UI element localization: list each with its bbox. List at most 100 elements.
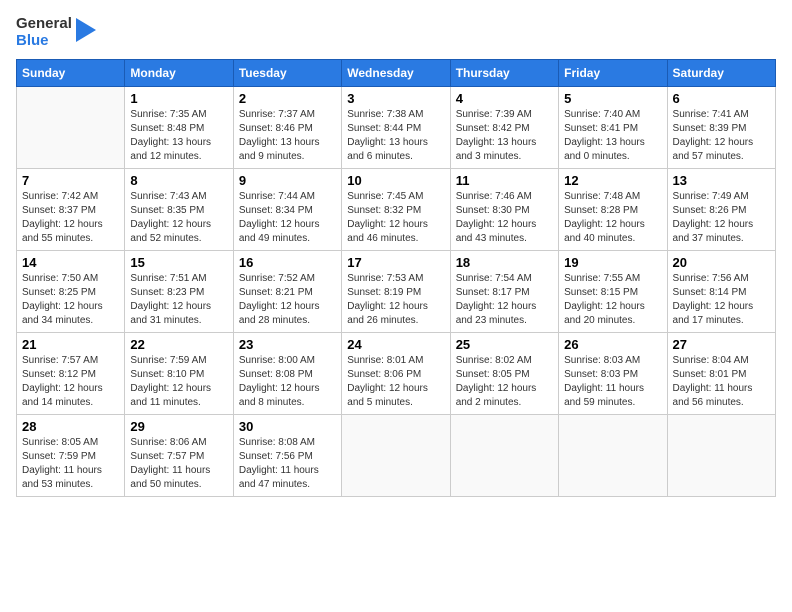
day-info: Sunrise: 7:42 AM Sunset: 8:37 PM Dayligh… (22, 190, 119, 246)
logo-blue: Blue (16, 33, 72, 50)
calendar-day-cell: 7 Sunrise: 7:42 AM Sunset: 8:37 PM Daylig… (17, 169, 125, 251)
calendar-day-cell: 9 Sunrise: 7:44 AM Sunset: 8:34 PM Daylig… (233, 169, 341, 251)
calendar-day-cell: 24 Sunrise: 8:01 AM Sunset: 8:06 PM Dayli… (342, 333, 450, 415)
day-info: Sunrise: 7:46 AM Sunset: 8:30 PM Dayligh… (456, 190, 553, 246)
calendar-day-cell: 1Sunrise: 7:35 AM Sunset: 8:48 PM Daylig… (125, 87, 233, 169)
day-number: 9 (239, 173, 336, 188)
logo: General Blue (16, 16, 96, 49)
day-number: 4 (456, 91, 553, 106)
calendar-day-cell: 11 Sunrise: 7:46 AM Sunset: 8:30 PM Dayli… (450, 169, 558, 251)
weekday-header-cell: Saturday (667, 60, 775, 87)
day-number: 22 (130, 337, 227, 352)
calendar-day-cell (17, 87, 125, 169)
weekday-header-cell: Sunday (17, 60, 125, 87)
page-header: General Blue (16, 16, 776, 49)
day-number: 6 (673, 91, 770, 106)
day-info: Sunrise: 7:50 AM Sunset: 8:25 PM Dayligh… (22, 272, 119, 328)
day-info: Sunrise: 7:37 AM Sunset: 8:46 PM Dayligh… (239, 108, 336, 164)
day-info: Sunrise: 7:48 AM Sunset: 8:28 PM Dayligh… (564, 190, 661, 246)
day-info: Sunrise: 7:40 AM Sunset: 8:41 PM Dayligh… (564, 108, 661, 164)
day-info: Sunrise: 7:39 AM Sunset: 8:42 PM Dayligh… (456, 108, 553, 164)
logo-triangle-icon (76, 18, 96, 48)
calendar-day-cell: 8 Sunrise: 7:43 AM Sunset: 8:35 PM Daylig… (125, 169, 233, 251)
calendar-day-cell: 2 Sunrise: 7:37 AM Sunset: 8:46 PM Daylig… (233, 87, 341, 169)
day-info: Sunrise: 8:01 AM Sunset: 8:06 PM Dayligh… (347, 354, 444, 410)
logo-general: General (16, 16, 72, 33)
calendar-day-cell: 10 Sunrise: 7:45 AM Sunset: 8:32 PM Dayli… (342, 169, 450, 251)
day-info: Sunrise: 8:03 AM Sunset: 8:03 PM Dayligh… (564, 354, 661, 410)
calendar-day-cell: 18Sunrise: 7:54 AM Sunset: 8:17 PM Dayli… (450, 251, 558, 333)
calendar-day-cell: 22 Sunrise: 7:59 AM Sunset: 8:10 PM Dayli… (125, 333, 233, 415)
calendar-day-cell: 6Sunrise: 7:41 AM Sunset: 8:39 PM Daylig… (667, 87, 775, 169)
calendar-day-cell: 20Sunrise: 7:56 AM Sunset: 8:14 PM Dayli… (667, 251, 775, 333)
day-number: 26 (564, 337, 661, 352)
day-number: 20 (673, 255, 770, 270)
calendar-day-cell: 25 Sunrise: 8:02 AM Sunset: 8:05 PM Dayli… (450, 333, 558, 415)
day-info: Sunrise: 7:44 AM Sunset: 8:34 PM Dayligh… (239, 190, 336, 246)
weekday-header-cell: Wednesday (342, 60, 450, 87)
day-number: 7 (22, 173, 119, 188)
day-number: 11 (456, 173, 553, 188)
day-number: 13 (673, 173, 770, 188)
calendar-week-row: 1Sunrise: 7:35 AM Sunset: 8:48 PM Daylig… (17, 87, 776, 169)
day-number: 21 (22, 337, 119, 352)
calendar-day-cell (667, 415, 775, 497)
day-number: 30 (239, 419, 336, 434)
day-info: Sunrise: 7:35 AM Sunset: 8:48 PM Dayligh… (130, 108, 227, 164)
calendar-day-cell: 14 Sunrise: 7:50 AM Sunset: 8:25 PM Dayli… (17, 251, 125, 333)
calendar-day-cell: 29Sunrise: 8:06 AM Sunset: 7:57 PM Dayli… (125, 415, 233, 497)
calendar-day-cell (342, 415, 450, 497)
day-info: Sunrise: 8:05 AM Sunset: 7:59 PM Dayligh… (22, 436, 119, 492)
day-info: Sunrise: 7:59 AM Sunset: 8:10 PM Dayligh… (130, 354, 227, 410)
weekday-header-cell: Friday (559, 60, 667, 87)
weekday-header-cell: Tuesday (233, 60, 341, 87)
day-info: Sunrise: 7:57 AM Sunset: 8:12 PM Dayligh… (22, 354, 119, 410)
day-info: Sunrise: 8:08 AM Sunset: 7:56 PM Dayligh… (239, 436, 336, 492)
day-info: Sunrise: 7:45 AM Sunset: 8:32 PM Dayligh… (347, 190, 444, 246)
calendar-day-cell: 21 Sunrise: 7:57 AM Sunset: 8:12 PM Dayli… (17, 333, 125, 415)
calendar-day-cell (559, 415, 667, 497)
calendar-day-cell: 12 Sunrise: 7:48 AM Sunset: 8:28 PM Dayli… (559, 169, 667, 251)
day-info: Sunrise: 7:54 AM Sunset: 8:17 PM Dayligh… (456, 272, 553, 328)
day-info: Sunrise: 7:52 AM Sunset: 8:21 PM Dayligh… (239, 272, 336, 328)
day-info: Sunrise: 7:43 AM Sunset: 8:35 PM Dayligh… (130, 190, 227, 246)
calendar-week-row: 14 Sunrise: 7:50 AM Sunset: 8:25 PM Dayli… (17, 251, 776, 333)
day-number: 14 (22, 255, 119, 270)
calendar-day-cell (450, 415, 558, 497)
day-number: 5 (564, 91, 661, 106)
day-info: Sunrise: 8:04 AM Sunset: 8:01 PM Dayligh… (673, 354, 770, 410)
day-number: 24 (347, 337, 444, 352)
calendar-day-cell: 19 Sunrise: 7:55 AM Sunset: 8:15 PM Dayli… (559, 251, 667, 333)
calendar-day-cell: 23Sunrise: 8:00 AM Sunset: 8:08 PM Dayli… (233, 333, 341, 415)
day-info: Sunrise: 7:53 AM Sunset: 8:19 PM Dayligh… (347, 272, 444, 328)
calendar-body: 1Sunrise: 7:35 AM Sunset: 8:48 PM Daylig… (17, 87, 776, 497)
day-number: 15 (130, 255, 227, 270)
calendar-day-cell: 13 Sunrise: 7:49 AM Sunset: 8:26 PM Dayli… (667, 169, 775, 251)
calendar-day-cell: 3 Sunrise: 7:38 AM Sunset: 8:44 PM Daylig… (342, 87, 450, 169)
calendar-week-row: 7 Sunrise: 7:42 AM Sunset: 8:37 PM Daylig… (17, 169, 776, 251)
day-number: 25 (456, 337, 553, 352)
calendar-day-cell: 5 Sunrise: 7:40 AM Sunset: 8:41 PM Daylig… (559, 87, 667, 169)
day-info: Sunrise: 7:49 AM Sunset: 8:26 PM Dayligh… (673, 190, 770, 246)
weekday-header-cell: Monday (125, 60, 233, 87)
day-number: 10 (347, 173, 444, 188)
day-info: Sunrise: 7:38 AM Sunset: 8:44 PM Dayligh… (347, 108, 444, 164)
day-info: Sunrise: 8:02 AM Sunset: 8:05 PM Dayligh… (456, 354, 553, 410)
day-number: 3 (347, 91, 444, 106)
day-info: Sunrise: 8:06 AM Sunset: 7:57 PM Dayligh… (130, 436, 227, 492)
day-number: 28 (22, 419, 119, 434)
day-info: Sunrise: 7:55 AM Sunset: 8:15 PM Dayligh… (564, 272, 661, 328)
day-number: 2 (239, 91, 336, 106)
calendar-day-cell: 28 Sunrise: 8:05 AM Sunset: 7:59 PM Dayli… (17, 415, 125, 497)
day-number: 8 (130, 173, 227, 188)
calendar-day-cell: 17Sunrise: 7:53 AM Sunset: 8:19 PM Dayli… (342, 251, 450, 333)
calendar-day-cell: 30 Sunrise: 8:08 AM Sunset: 7:56 PM Dayli… (233, 415, 341, 497)
weekday-header-row: SundayMondayTuesdayWednesdayThursdayFrid… (17, 60, 776, 87)
calendar-day-cell: 16Sunrise: 7:52 AM Sunset: 8:21 PM Dayli… (233, 251, 341, 333)
day-info: Sunrise: 8:00 AM Sunset: 8:08 PM Dayligh… (239, 354, 336, 410)
weekday-header-cell: Thursday (450, 60, 558, 87)
calendar-week-row: 21 Sunrise: 7:57 AM Sunset: 8:12 PM Dayli… (17, 333, 776, 415)
day-number: 19 (564, 255, 661, 270)
day-number: 12 (564, 173, 661, 188)
calendar-day-cell: 4 Sunrise: 7:39 AM Sunset: 8:42 PM Daylig… (450, 87, 558, 169)
